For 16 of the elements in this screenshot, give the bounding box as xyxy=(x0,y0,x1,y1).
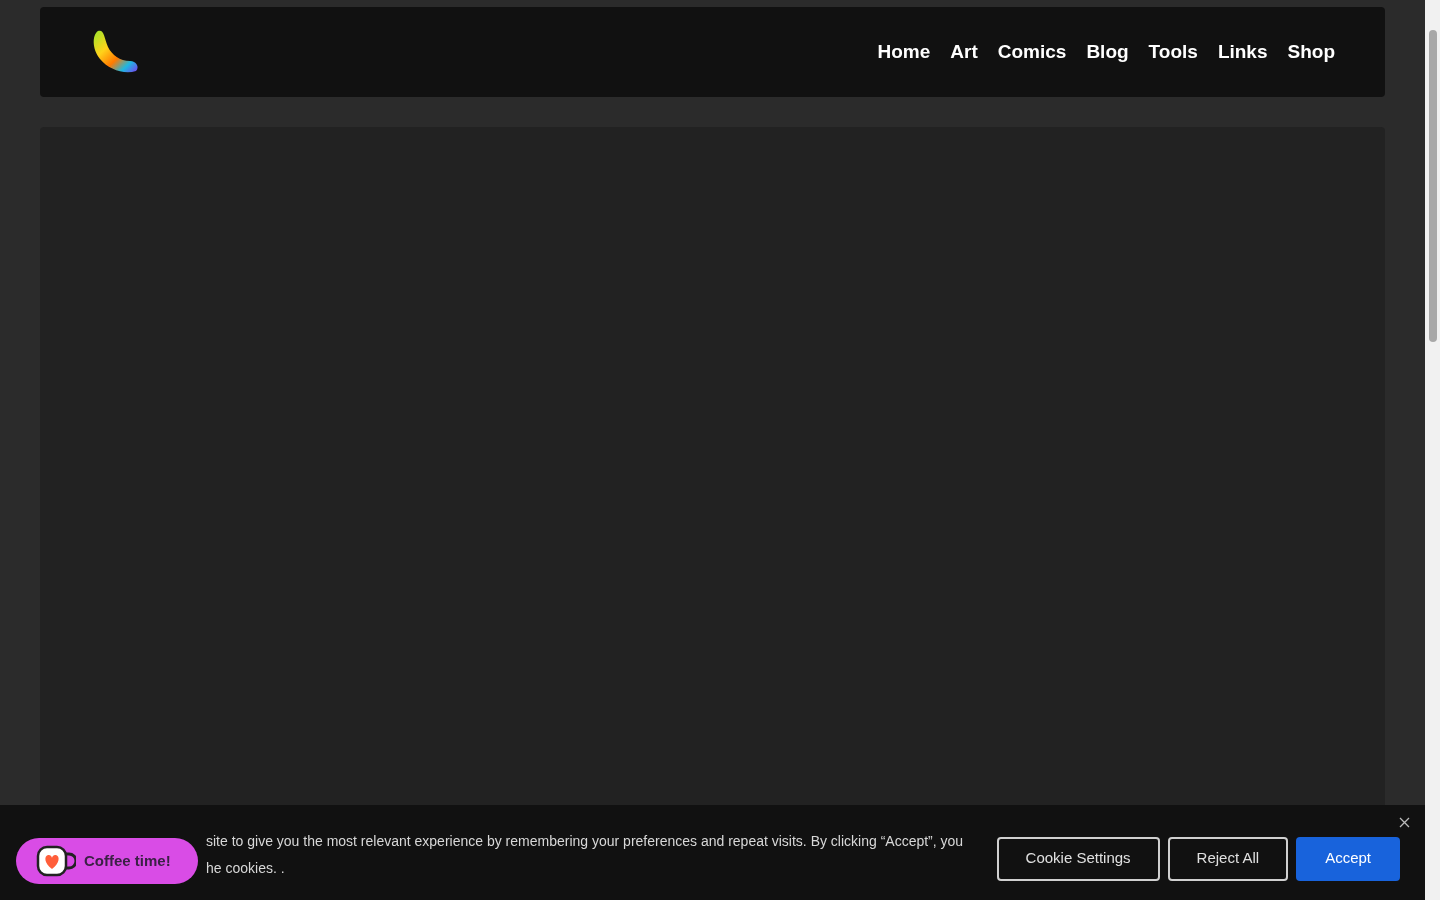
nav-link[interactable]: Art xyxy=(950,37,978,67)
coffee-button[interactable]: Coffee time! xyxy=(16,838,198,884)
nav-link[interactable]: Home xyxy=(877,37,931,67)
close-icon[interactable] xyxy=(1399,817,1410,828)
consent-text: site to give you the most relevant experience by remembering your preferences and repeat visits. By clicking “Accept”, you xyxy=(206,831,965,851)
nav-link[interactable]: Comics xyxy=(997,37,1067,67)
mug-icon xyxy=(36,845,76,877)
cookie-button[interactable]: Accept xyxy=(1296,836,1400,881)
scrollbar[interactable] xyxy=(1425,0,1440,900)
cookie-button[interactable]: Reject All xyxy=(1167,836,1289,881)
nav-link[interactable]: Links xyxy=(1217,37,1268,67)
nav-link[interactable]: Tools xyxy=(1148,37,1198,67)
nav-link[interactable]: Shop xyxy=(1287,37,1335,67)
consent-text: he cookies. . xyxy=(206,858,286,878)
nav-link[interactable]: Blog xyxy=(1086,37,1129,67)
cookie-button[interactable]: Cookie Settings xyxy=(996,836,1160,881)
